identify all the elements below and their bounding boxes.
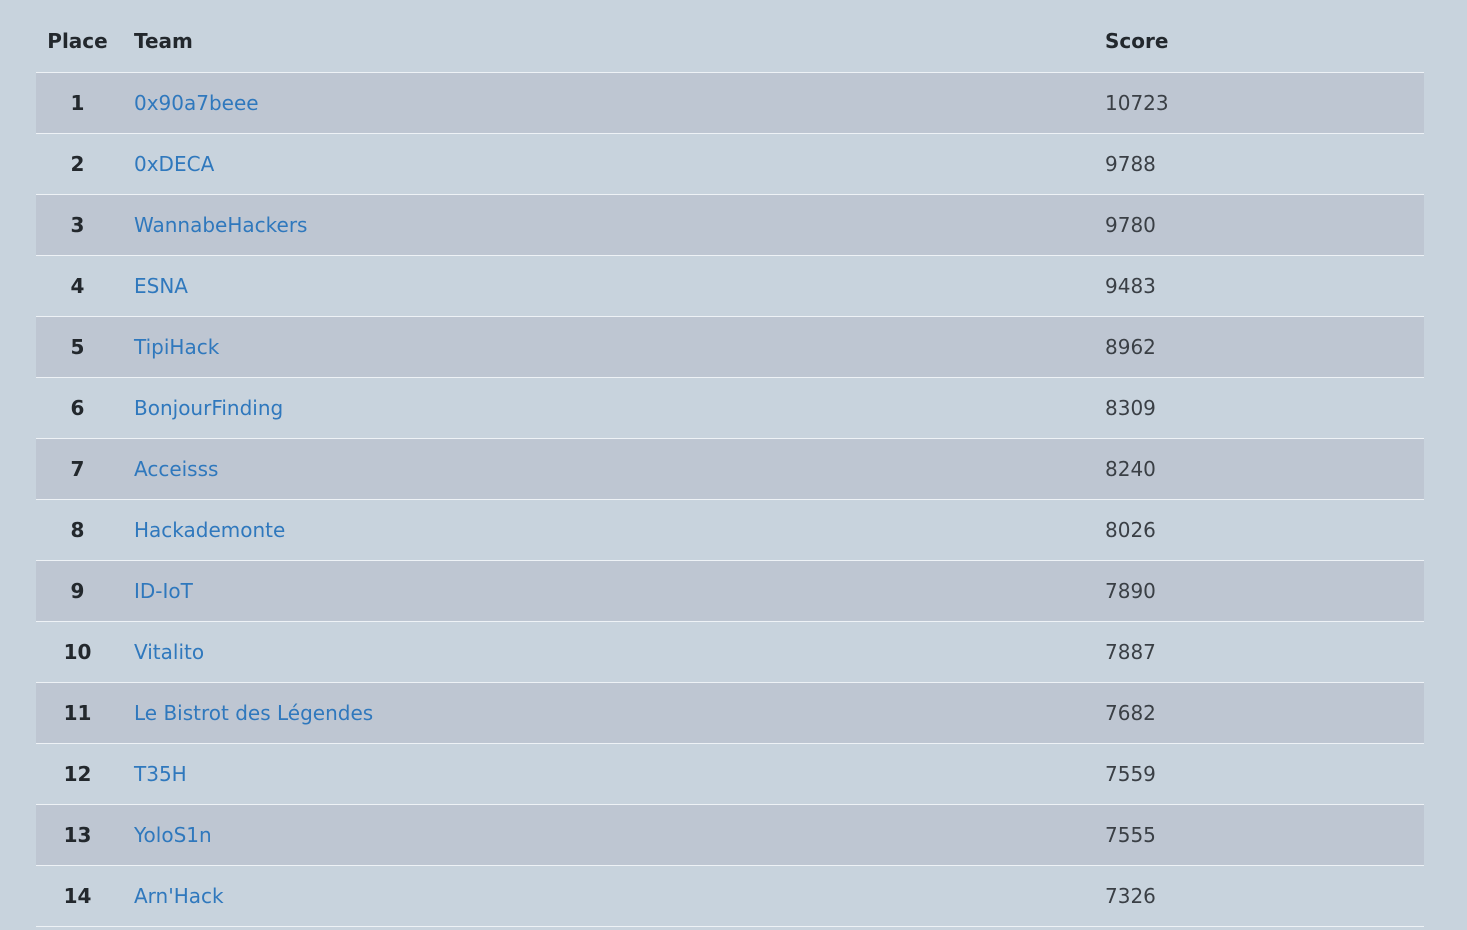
row-score: 7887 xyxy=(1105,640,1156,664)
table-row: 12 T35H 7559 xyxy=(36,744,1424,805)
team-link[interactable]: WannabeHackers xyxy=(134,212,307,238)
row-place: 7 xyxy=(70,457,85,481)
team-link[interactable]: BonjourFinding xyxy=(134,395,283,421)
row-score: 9483 xyxy=(1105,274,1156,298)
table-row: 9 ID-IoT 7890 xyxy=(36,561,1424,622)
row-score: 8026 xyxy=(1105,518,1156,542)
team-link[interactable]: Arn'Hack xyxy=(134,883,224,909)
row-score: 9788 xyxy=(1105,152,1156,176)
table-row: 6 BonjourFinding 8309 xyxy=(36,378,1424,439)
row-score: 8240 xyxy=(1105,457,1156,481)
row-score: 8962 xyxy=(1105,335,1156,359)
team-link[interactable]: Le Bistrot des Légendes xyxy=(134,700,373,726)
row-place: 12 xyxy=(63,762,92,786)
row-place: 9 xyxy=(70,579,85,603)
team-link[interactable]: YoloS1n xyxy=(134,822,212,848)
row-score: 8309 xyxy=(1105,396,1156,420)
team-link[interactable]: ESNA xyxy=(134,273,188,299)
team-link[interactable]: Vitalito xyxy=(134,639,204,665)
row-score: 7555 xyxy=(1105,823,1156,847)
header-score: Score xyxy=(1105,29,1169,53)
table-row: 8 Hackademonte 8026 xyxy=(36,500,1424,561)
header-team: Team xyxy=(134,29,193,53)
row-place: 11 xyxy=(63,701,92,725)
row-place: 14 xyxy=(63,884,92,908)
table-row: 11 Le Bistrot des Légendes 7682 xyxy=(36,683,1424,744)
team-link[interactable]: TipiHack xyxy=(134,334,219,360)
table-row: 10 Vitalito 7887 xyxy=(36,622,1424,683)
row-place: 4 xyxy=(70,274,85,298)
row-place: 8 xyxy=(70,518,85,542)
row-score: 10723 xyxy=(1105,91,1169,115)
table-row: 14 Arn'Hack 7326 xyxy=(36,866,1424,927)
table-header: Place Team Score xyxy=(36,11,1424,73)
table-row: 3 WannabeHackers 9780 xyxy=(36,195,1424,256)
row-place: 6 xyxy=(70,396,85,420)
row-score: 7559 xyxy=(1105,762,1156,786)
table-row: 4 ESNA 9483 xyxy=(36,256,1424,317)
table-row: 7 Acceisss 8240 xyxy=(36,439,1424,500)
header-place: Place xyxy=(47,29,108,53)
team-link[interactable]: T35H xyxy=(134,761,187,787)
row-place: 3 xyxy=(70,213,85,237)
team-link[interactable]: Hackademonte xyxy=(134,517,285,543)
team-link[interactable]: 0x90a7beee xyxy=(134,90,259,116)
row-score: 7326 xyxy=(1105,884,1156,908)
row-place: 2 xyxy=(70,152,85,176)
team-link[interactable]: ID-IoT xyxy=(134,578,193,604)
scoreboard-table: Place Team Score 1 0x90a7beee 10723 2 0xDECA… xyxy=(36,11,1424,927)
row-score: 7682 xyxy=(1105,701,1156,725)
table-body: 1 0x90a7beee 10723 2 0xDECA 9788 3 WannabeHacke… xyxy=(36,73,1424,927)
row-place: 1 xyxy=(70,91,85,115)
table-row: 13 YoloS1n 7555 xyxy=(36,805,1424,866)
team-link[interactable]: 0xDECA xyxy=(134,151,214,177)
table-row: 5 TipiHack 8962 xyxy=(36,317,1424,378)
row-place: 5 xyxy=(70,335,85,359)
table-row: 2 0xDECA 9788 xyxy=(36,134,1424,195)
row-score: 9780 xyxy=(1105,213,1156,237)
row-place: 13 xyxy=(63,823,92,847)
table-row: 1 0x90a7beee 10723 xyxy=(36,73,1424,134)
row-place: 10 xyxy=(63,640,92,664)
row-score: 7890 xyxy=(1105,579,1156,603)
team-link[interactable]: Acceisss xyxy=(134,456,218,482)
